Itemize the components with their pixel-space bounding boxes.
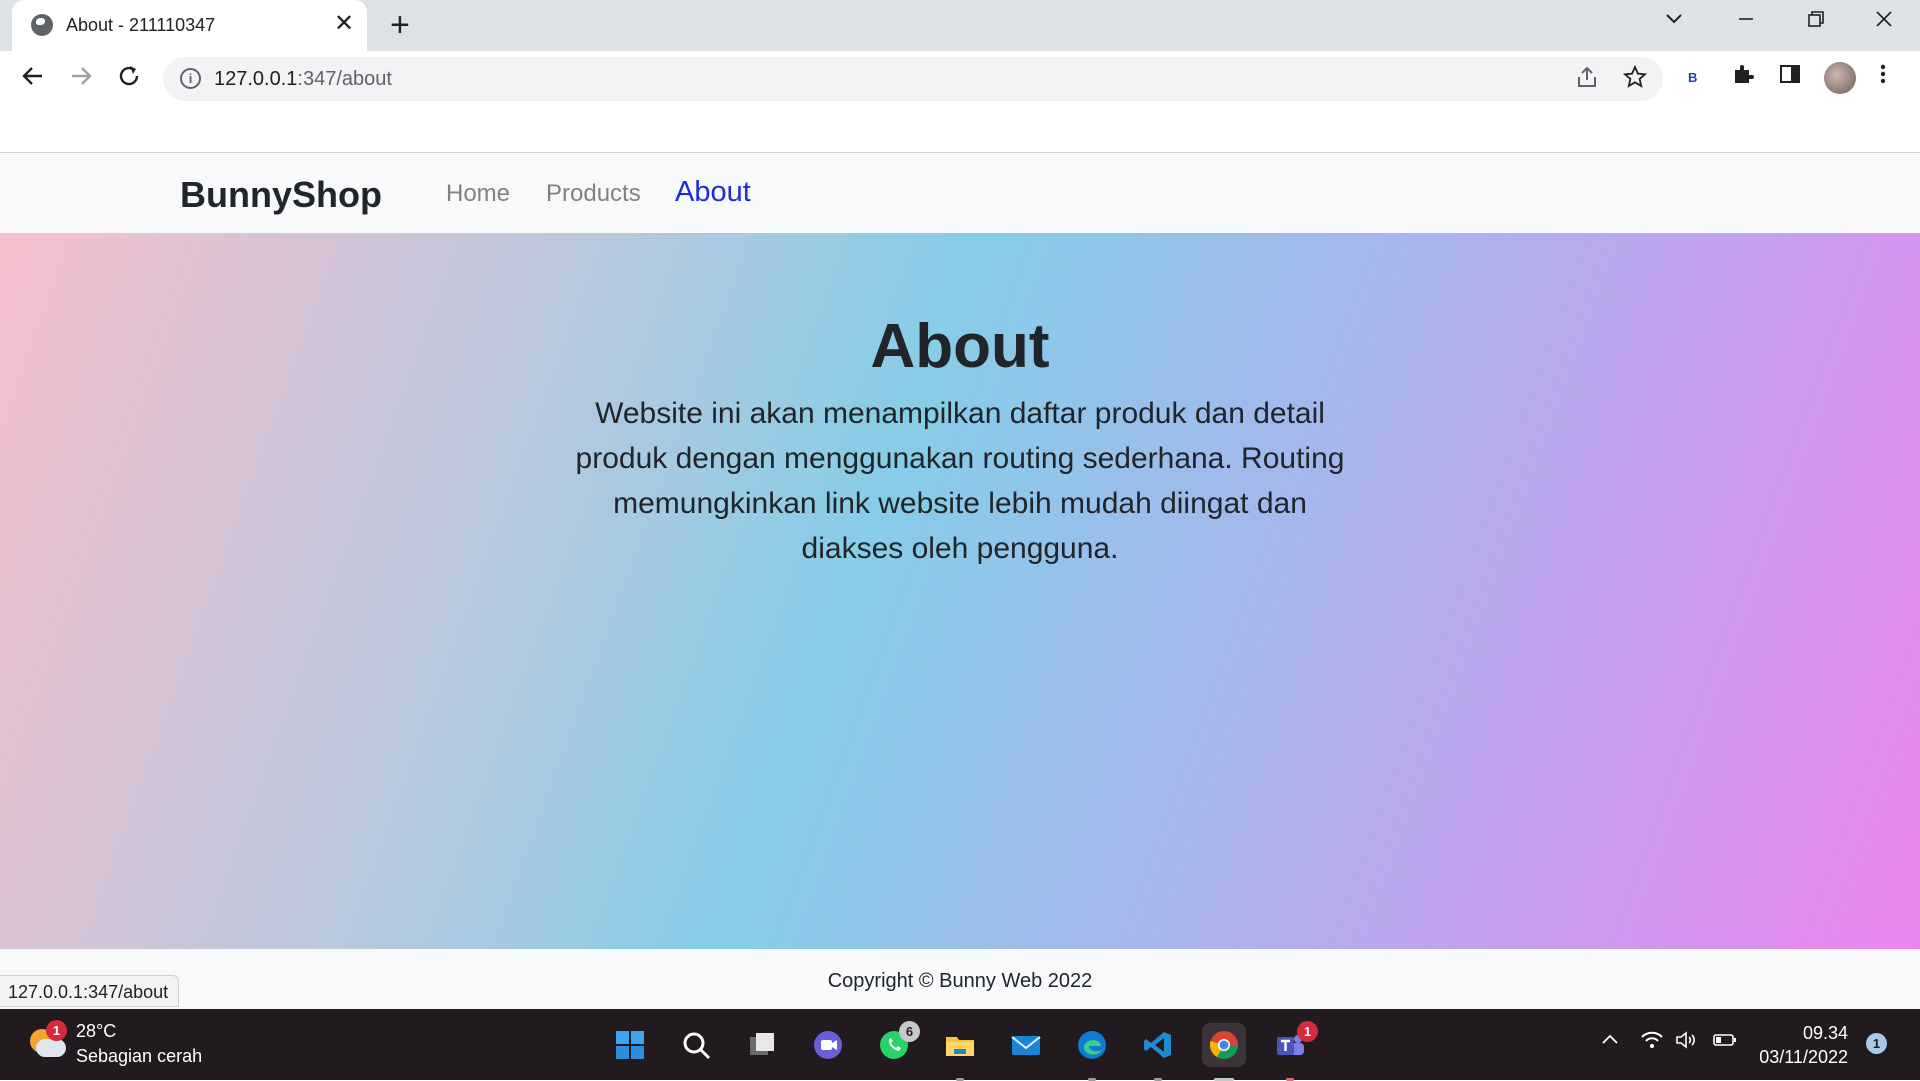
- browser-tab[interactable]: About - 211110347 ✕: [12, 0, 367, 51]
- task-view-icon[interactable]: [740, 1023, 784, 1067]
- search-icon[interactable]: [674, 1023, 718, 1067]
- profile-avatar[interactable]: [1824, 62, 1856, 94]
- address-bar[interactable]: i 127.0.0.1:347/about: [163, 57, 1663, 101]
- clock-date: 03/11/2022: [1759, 1047, 1848, 1067]
- volume-icon[interactable]: [1674, 1030, 1698, 1056]
- close-tab-icon[interactable]: ✕: [334, 10, 354, 38]
- edge-icon[interactable]: [1070, 1023, 1114, 1081]
- teams-badge: 1: [1297, 1021, 1318, 1042]
- bookmark-bar: [0, 107, 1920, 153]
- vscode-icon[interactable]: [1136, 1023, 1180, 1081]
- extension-b-icon[interactable]: B: [1688, 70, 1697, 85]
- copyright-text: Copyright © Bunny Web 2022: [827, 970, 1093, 992]
- site-brand[interactable]: BunnyShop: [180, 174, 382, 216]
- forward-icon[interactable]: [68, 63, 94, 95]
- chat-icon[interactable]: [806, 1023, 850, 1067]
- menu-kebab-icon[interactable]: [1878, 62, 1888, 92]
- nav-link-products[interactable]: Products: [546, 180, 641, 208]
- url-text[interactable]: 127.0.0.1:347/about: [214, 68, 392, 91]
- wifi-icon[interactable]: [1640, 1030, 1664, 1056]
- weather-condition[interactable]: Sebagian cerah: [76, 1046, 202, 1067]
- windows-taskbar: 1 28°C Sebagian cerah 6 1 09.34 03/11/20…: [0, 1009, 1920, 1081]
- browser-toolbar: i 127.0.0.1:347/about B: [0, 51, 1920, 107]
- chrome-icon[interactable]: [1202, 1023, 1246, 1081]
- clock-time: 09.34: [1802, 1023, 1848, 1043]
- restore-icon[interactable]: [1806, 8, 1826, 36]
- file-explorer-icon[interactable]: [938, 1023, 982, 1081]
- new-tab-button[interactable]: +: [390, 8, 410, 42]
- minimize-icon[interactable]: [1736, 8, 1756, 36]
- tab-search-icon[interactable]: [1664, 8, 1684, 36]
- nav-link-about[interactable]: About: [675, 176, 751, 209]
- link-status-bubble: 127.0.0.1:347/about: [0, 975, 180, 1007]
- close-window-icon[interactable]: [1874, 8, 1894, 36]
- start-icon[interactable]: [608, 1023, 652, 1067]
- system-clock[interactable]: 09.34 03/11/2022: [1752, 1021, 1848, 1069]
- mail-icon[interactable]: [1004, 1023, 1048, 1067]
- browser-tab-strip: About - 211110347 ✕ +: [0, 0, 1920, 51]
- weather-badge: 1: [46, 1020, 67, 1041]
- about-section: About Website ini akan menampilkan dafta…: [0, 233, 1920, 949]
- globe-icon: [31, 14, 53, 36]
- bookmark-star-icon[interactable]: [1622, 64, 1648, 96]
- show-hidden-icons-chevron-icon[interactable]: [1600, 1030, 1620, 1056]
- whatsapp-badge: 6: [899, 1021, 920, 1042]
- notification-badge[interactable]: 1: [1866, 1033, 1887, 1054]
- back-icon[interactable]: [20, 63, 46, 95]
- site-info-icon[interactable]: i: [180, 68, 201, 89]
- about-description: Website ini akan menampilkan daftar prod…: [575, 397, 1345, 565]
- reload-icon[interactable]: [116, 63, 142, 95]
- nav-link-home[interactable]: Home: [446, 180, 510, 208]
- page-title: About: [870, 312, 1050, 381]
- weather-temperature[interactable]: 28°C: [76, 1021, 116, 1042]
- site-navbar: BunnyShop Home Products About: [0, 154, 1920, 233]
- site-footer: Copyright © Bunny Web 2022: [0, 949, 1920, 1009]
- extensions-puzzle-icon[interactable]: [1731, 62, 1755, 92]
- side-panel-icon[interactable]: [1778, 62, 1802, 92]
- battery-icon[interactable]: [1712, 1030, 1738, 1056]
- tab-title: About - 211110347: [66, 15, 216, 35]
- share-icon[interactable]: [1575, 65, 1599, 96]
